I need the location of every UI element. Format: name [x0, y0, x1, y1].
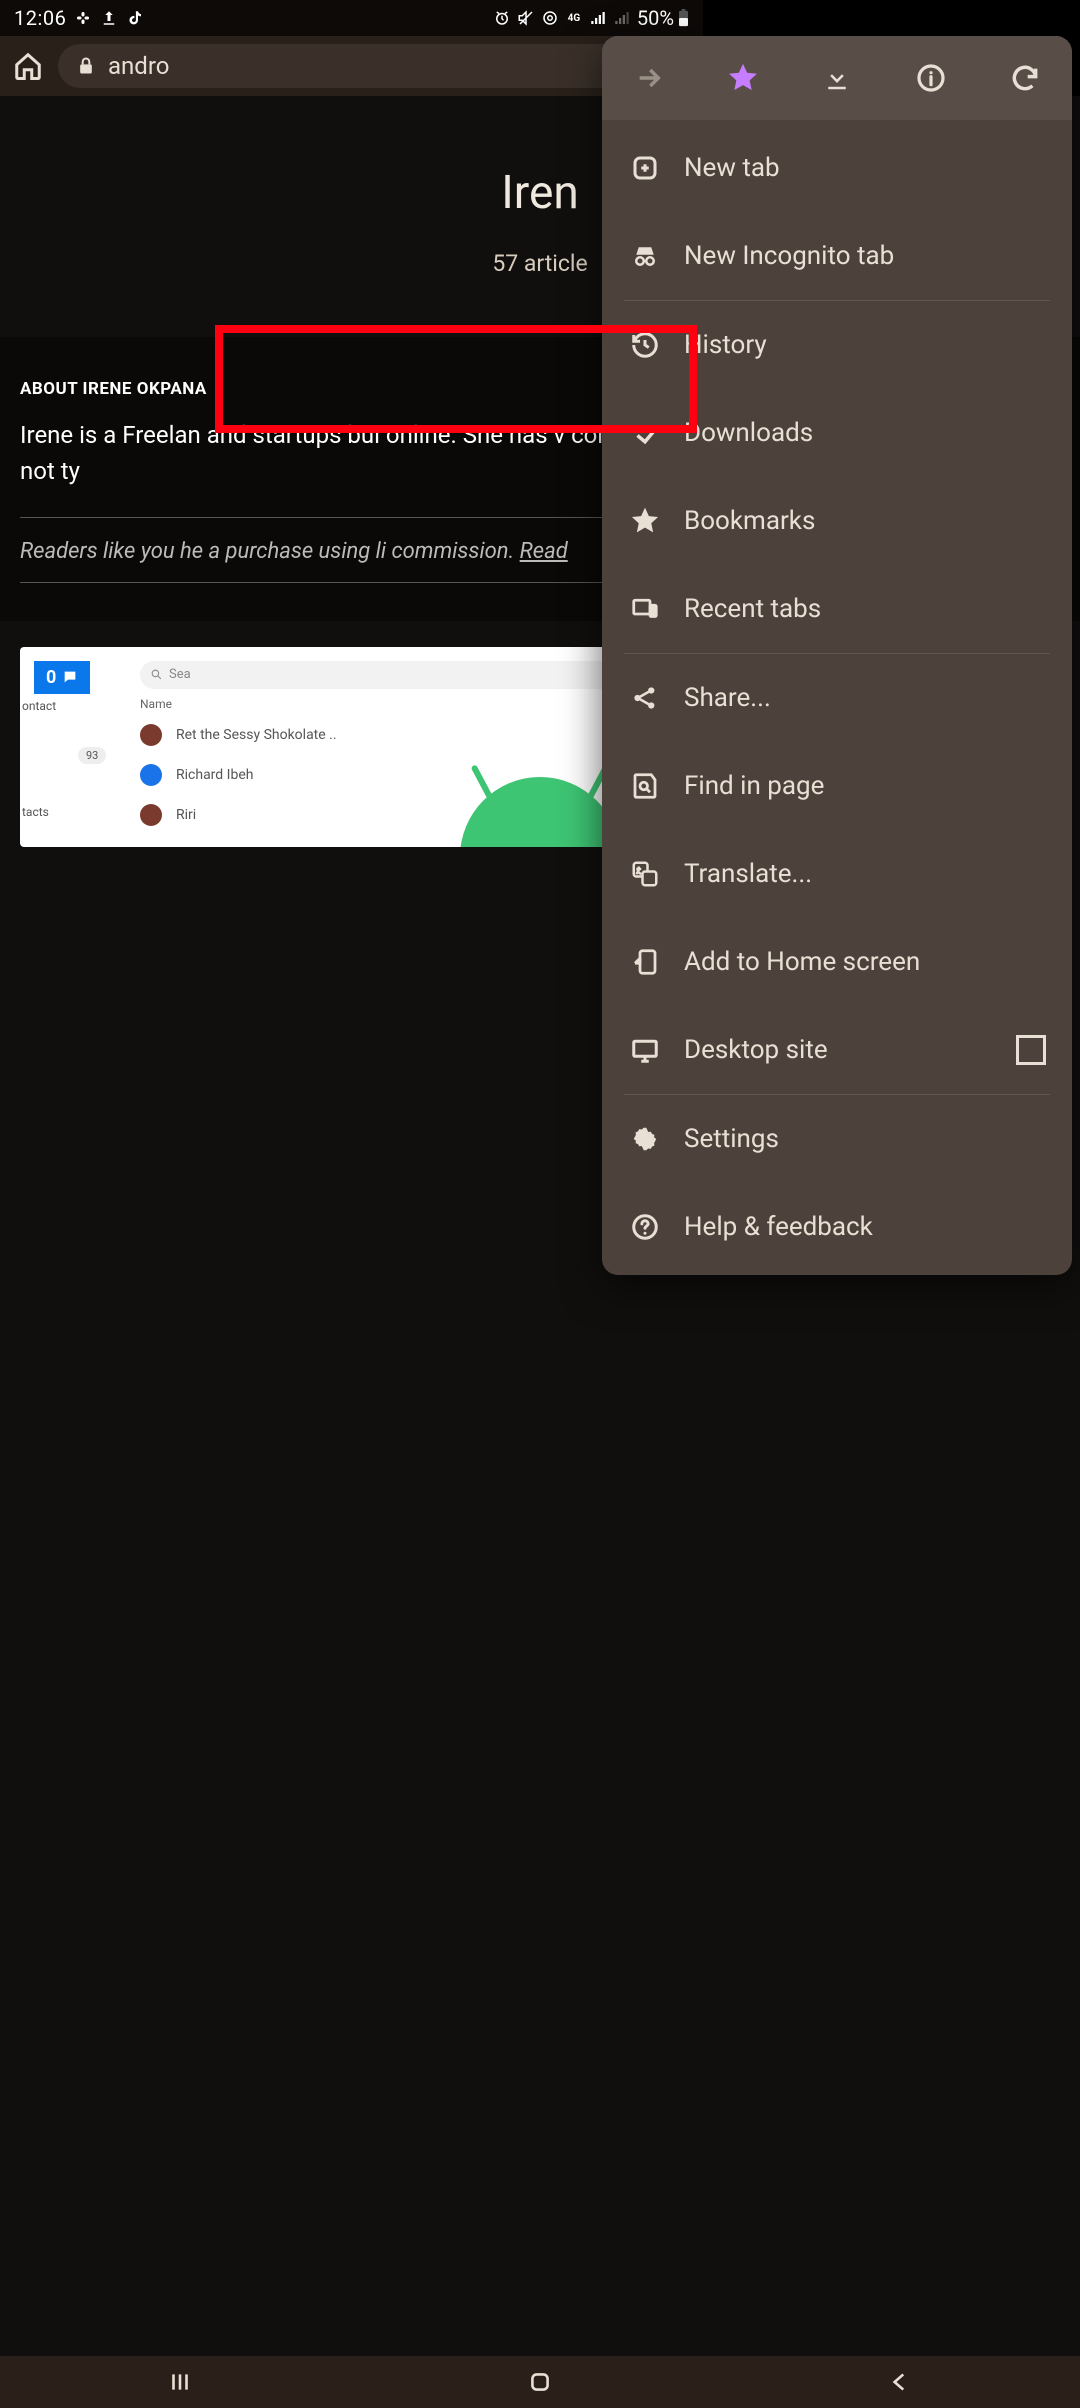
menu-settings-label: Settings [684, 1124, 779, 1154]
incognito-icon [628, 239, 662, 273]
menu-new-tab[interactable]: New tab [602, 124, 1072, 212]
reload-button[interactable] [1005, 58, 1045, 98]
menu-recent-tabs[interactable]: Recent tabs [602, 565, 1072, 653]
menu-find[interactable]: Find in page [602, 742, 1072, 830]
recents-button[interactable] [150, 2366, 210, 2398]
desktop-checkbox[interactable] [1016, 1035, 1046, 1065]
menu-downloads-label: Downloads [684, 418, 813, 448]
tiktok-icon [126, 9, 144, 27]
lock-icon [76, 56, 96, 76]
signal-icon [589, 9, 607, 27]
chrome-overflow-menu: New tab New Incognito tab History Downlo… [602, 36, 1072, 1275]
url-bar[interactable]: andro [58, 44, 693, 88]
card-row-2: Richard Ibeh [176, 767, 253, 783]
bookmark-star-button[interactable] [723, 58, 763, 98]
menu-new-tab-label: New tab [684, 153, 780, 183]
download-button[interactable] [817, 58, 857, 98]
signal-icon-2 [613, 9, 631, 27]
settings-icon [628, 1122, 662, 1156]
info-button[interactable] [911, 58, 951, 98]
devices-icon [628, 592, 662, 626]
share-icon [628, 681, 662, 715]
battery-pct: 50% [637, 6, 674, 30]
read-more-link[interactable]: Read [520, 539, 568, 564]
android-nav-bar [0, 2356, 1080, 2408]
home-button[interactable] [10, 48, 46, 84]
menu-translate-label: Translate... [684, 859, 812, 889]
menu-desktop-label: Desktop site [684, 1035, 828, 1065]
menu-bookmarks[interactable]: Bookmarks [602, 477, 1072, 565]
menu-share-label: Share... [684, 683, 771, 713]
translate-icon [628, 857, 662, 891]
card-col-name: Name [140, 697, 172, 711]
card-search: Sea [169, 667, 191, 682]
url-text: andro [108, 52, 169, 80]
network-4g-icon: 4G [565, 9, 583, 27]
menu-bookmarks-label: Bookmarks [684, 506, 815, 536]
menu-share[interactable]: Share... [602, 654, 1072, 742]
find-icon [628, 769, 662, 803]
menu-help-label: Help & feedback [684, 1212, 873, 1242]
menu-add-home-label: Add to Home screen [684, 947, 920, 977]
menu-incognito-label: New Incognito tab [684, 241, 894, 271]
battery-icon [678, 9, 689, 27]
menu-add-home[interactable]: Add to Home screen [602, 918, 1072, 1006]
new-tab-icon [628, 151, 662, 185]
menu-help[interactable]: Help & feedback [602, 1183, 1072, 1271]
menu-find-label: Find in page [684, 771, 824, 801]
back-nav-button[interactable] [870, 2366, 930, 2398]
hotspot-icon [541, 9, 559, 27]
status-bar: 12:06 4G 50% [0, 0, 703, 36]
menu-history[interactable]: History [602, 301, 1072, 389]
mute-icon [517, 9, 535, 27]
card-sidebar-2: tacts [22, 805, 49, 819]
menu-incognito[interactable]: New Incognito tab [602, 212, 1072, 300]
menu-recent-tabs-label: Recent tabs [684, 594, 821, 624]
downloads-icon [628, 416, 662, 450]
add-home-icon [628, 945, 662, 979]
forward-button[interactable] [629, 58, 669, 98]
card-row-1: Ret the Sessy Shokolate .. [176, 727, 337, 743]
menu-translate[interactable]: Translate... [602, 830, 1072, 918]
alarm-icon [493, 9, 511, 27]
slack-icon [74, 9, 92, 27]
bookmarks-icon [628, 504, 662, 538]
card-sidebar-1: ontact [22, 699, 56, 713]
browser-toolbar: andro [0, 36, 703, 96]
menu-downloads[interactable]: Downloads [602, 389, 1072, 477]
card-row-3: Riri [176, 807, 196, 823]
comment-badge[interactable]: 0 [34, 661, 90, 694]
menu-settings[interactable]: Settings [602, 1095, 1072, 1183]
home-nav-button[interactable] [510, 2366, 570, 2398]
upload-icon [100, 9, 118, 27]
desktop-icon [628, 1033, 662, 1067]
card-badge-93: 93 [78, 747, 106, 764]
menu-desktop-site[interactable]: Desktop site [602, 1006, 1072, 1094]
menu-history-label: History [684, 330, 767, 360]
help-icon [628, 1210, 662, 1244]
status-clock: 12:06 [14, 6, 66, 30]
history-icon [628, 328, 662, 362]
